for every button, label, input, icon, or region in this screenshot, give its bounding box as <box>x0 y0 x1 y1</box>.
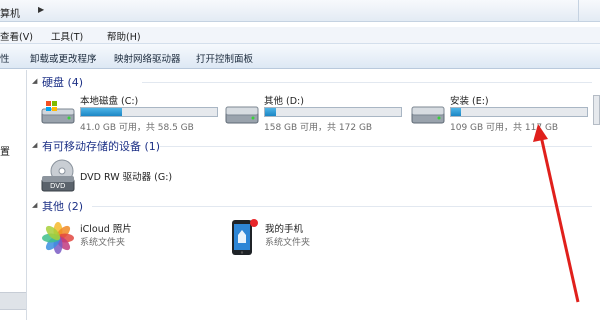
menu-bar: 查看(V) 工具(T) 帮助(H) <box>0 27 600 43</box>
map-network-drive-button[interactable]: 映射网络驱动器 <box>114 51 181 65</box>
phone-icon <box>232 219 258 255</box>
address-dropdown[interactable] <box>578 0 600 22</box>
breadcrumb-arrow-icon[interactable]: ▶ <box>38 5 44 14</box>
address-bar[interactable]: 算机 ▶ <box>0 0 600 22</box>
hard-drive-icon <box>225 106 259 124</box>
drive-e[interactable]: 安装 (E:) 109 GB 可用，共 117 GB <box>410 93 592 133</box>
group-divider <box>92 206 592 207</box>
dvd-drive[interactable]: DVD DVD RW 驱动器 (G:) <box>40 157 200 197</box>
icloud-photos-type: 系统文件夹 <box>80 238 126 248</box>
drive-c-label: 本地磁盘 (C:) <box>80 96 139 107</box>
group-header-removable[interactable]: ◢ 有可移动存储的设备 (1) <box>32 138 592 154</box>
collapse-triangle-icon[interactable]: ◢ <box>32 77 37 85</box>
my-phone-type: 系统文件夹 <box>265 238 311 248</box>
dvd-drive-icon: DVD <box>41 159 75 192</box>
my-phone[interactable]: 我的手机 系统文件夹 <box>225 219 385 259</box>
group-title: 其他 (2) <box>42 200 84 213</box>
drive-d[interactable]: 其他 (D:) 158 GB 可用，共 172 GB <box>224 93 404 133</box>
drive-e-free-space: 109 GB 可用，共 117 GB <box>450 123 559 133</box>
collapse-triangle-icon[interactable]: ◢ <box>32 141 37 149</box>
command-toolbar: 性 卸载或更改程序 映射网络驱动器 打开控制面板 <box>0 43 600 69</box>
breadcrumb-computer[interactable]: 算机 <box>0 5 20 20</box>
drive-c-usage-bar <box>80 107 218 117</box>
nav-selected-item[interactable] <box>0 292 26 310</box>
icloud-photos-icon <box>42 222 74 254</box>
menu-view[interactable]: 查看(V) <box>0 29 33 43</box>
group-header-hard-disks[interactable]: ◢ 硬盘 (4) <box>32 74 592 90</box>
drive-e-label: 安装 (E:) <box>450 96 489 107</box>
menu-help[interactable]: 帮助(H) <box>107 29 141 43</box>
windows-drive-icon <box>41 101 75 124</box>
drive-d-usage-bar <box>264 107 402 117</box>
group-title: 硬盘 (4) <box>42 76 84 89</box>
drive-c[interactable]: 本地磁盘 (C:) 41.0 GB 可用，共 58.5 GB <box>40 93 220 133</box>
svg-text:DVD: DVD <box>50 182 65 190</box>
group-header-other[interactable]: ◢ 其他 (2) <box>32 198 592 214</box>
group-divider <box>160 146 592 147</box>
dvd-drive-label: DVD RW 驱动器 (G:) <box>80 172 173 183</box>
group-title: 有可移动存储的设备 (1) <box>42 140 161 153</box>
uninstall-program-button[interactable]: 卸载或更改程序 <box>30 51 97 65</box>
my-phone-label: 我的手机 <box>265 224 304 235</box>
drive-e-usage-bar <box>450 107 588 117</box>
navigation-pane: 置 <box>0 70 27 320</box>
nav-item-label[interactable]: 置 <box>0 143 10 158</box>
properties-button[interactable]: 性 <box>0 51 10 65</box>
drive-d-label: 其他 (D:) <box>264 96 304 107</box>
hard-drive-icon <box>411 106 445 124</box>
collapse-triangle-icon[interactable]: ◢ <box>32 201 37 209</box>
icloud-photos-label: iCloud 照片 <box>80 224 132 235</box>
partial-drive-tile[interactable] <box>593 95 600 125</box>
menu-tools[interactable]: 工具(T) <box>51 29 83 43</box>
group-divider <box>142 82 592 83</box>
icloud-photos[interactable]: iCloud 照片 系统文件夹 <box>40 219 200 259</box>
drive-d-free-space: 158 GB 可用，共 172 GB <box>264 123 373 133</box>
open-control-panel-button[interactable]: 打开控制面板 <box>196 51 253 65</box>
drive-c-free-space: 41.0 GB 可用，共 58.5 GB <box>80 123 194 133</box>
